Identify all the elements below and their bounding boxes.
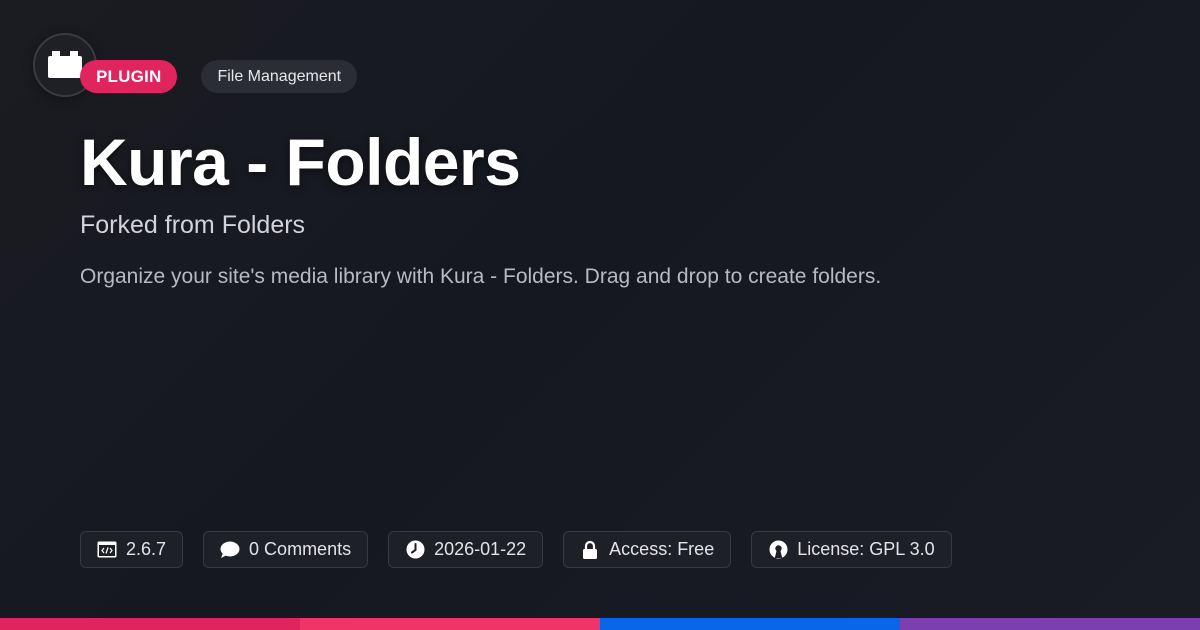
- date-label: 2026-01-22: [434, 539, 527, 559]
- category-badge[interactable]: File Management: [201, 60, 358, 93]
- lock-icon: [580, 540, 600, 560]
- stripe-segment: [0, 618, 300, 630]
- page-description: Organize your site's media library with …: [80, 265, 882, 288]
- comments-label: 0 Comments: [249, 539, 352, 559]
- page-title: Kura - Folders: [80, 125, 521, 199]
- bottom-color-stripe: [0, 618, 1200, 630]
- comments-chip[interactable]: 0 Comments: [203, 531, 369, 568]
- license-label: License: GPL 3.0: [797, 539, 935, 559]
- access-chip[interactable]: Access: Free: [563, 531, 732, 568]
- clock-icon: [405, 540, 425, 560]
- stripe-segment: [600, 618, 900, 630]
- version-chip[interactable]: 2.6.7: [80, 531, 184, 568]
- badge-row: PLUGIN File Management: [80, 60, 358, 93]
- date-chip[interactable]: 2026-01-22: [388, 531, 544, 568]
- page-subtitle: Forked from Folders: [80, 211, 306, 239]
- meta-row: 2.6.7 0 Comments 2026-01-22 Access: Free: [80, 531, 952, 568]
- folder-tab-icon: [48, 51, 82, 78]
- stripe-segment: [300, 618, 600, 630]
- access-label: Access: Free: [609, 539, 715, 559]
- license-chip[interactable]: License: GPL 3.0: [751, 531, 952, 568]
- comment-bubble-icon: [220, 540, 240, 560]
- type-badge[interactable]: PLUGIN: [80, 60, 178, 93]
- code-window-icon: [97, 540, 117, 560]
- version-label: 2.6.7: [126, 539, 167, 559]
- stripe-segment: [900, 618, 1200, 630]
- open-source-icon: [768, 540, 788, 560]
